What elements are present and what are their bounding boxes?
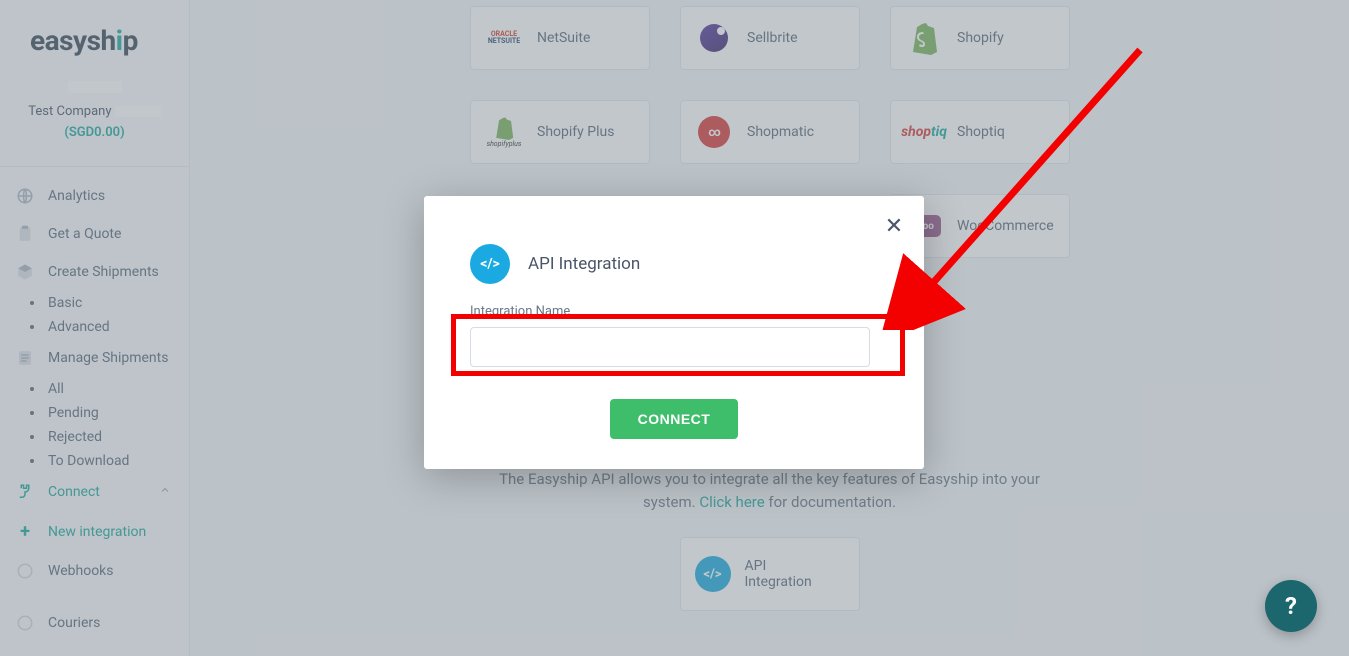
- close-icon: ✕: [885, 214, 903, 239]
- integration-name-label: Integration Name: [470, 304, 878, 319]
- api-integration-modal: ✕ </> API Integration Integration Name C…: [424, 196, 924, 469]
- modal-title: API Integration: [528, 254, 640, 274]
- help-button[interactable]: ?: [1265, 580, 1317, 632]
- help-icon: ?: [1285, 592, 1297, 620]
- modal-header: </> API Integration: [470, 244, 878, 284]
- integration-name-input[interactable]: [470, 327, 870, 367]
- close-button[interactable]: ✕: [880, 212, 908, 240]
- connect-button[interactable]: CONNECT: [610, 399, 739, 439]
- api-icon: </>: [470, 244, 510, 284]
